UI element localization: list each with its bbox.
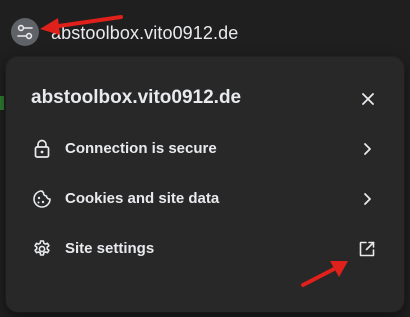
omnibox: abstoolbox.vito0912.de [0, 0, 410, 56]
close-icon [362, 93, 374, 105]
site-settings-label: Site settings [65, 240, 155, 257]
lock-icon [31, 138, 53, 160]
connection-security-label: Connection is secure [65, 140, 217, 157]
open-in-new-icon [356, 238, 378, 260]
connection-security-row[interactable]: Connection is secure [6, 124, 404, 174]
popup-title: abstoolbox.vito0912.de [31, 87, 242, 108]
cookies-site-data-label: Cookies and site data [65, 190, 220, 207]
url-text[interactable]: abstoolbox.vito0912.de [51, 23, 238, 44]
cookie-icon [31, 188, 53, 210]
tune-icon [17, 24, 33, 40]
site-settings-row[interactable]: Site settings [6, 224, 404, 274]
chevron-right-icon [356, 138, 378, 160]
site-info-button[interactable] [11, 18, 39, 46]
gear-icon [31, 238, 53, 260]
close-button[interactable] [354, 85, 382, 113]
chevron-right-icon [356, 188, 378, 210]
page-background-strip [0, 96, 4, 110]
cookies-site-data-row[interactable]: Cookies and site data [6, 174, 404, 224]
site-info-popup: abstoolbox.vito0912.de Connection is sec… [6, 57, 404, 312]
